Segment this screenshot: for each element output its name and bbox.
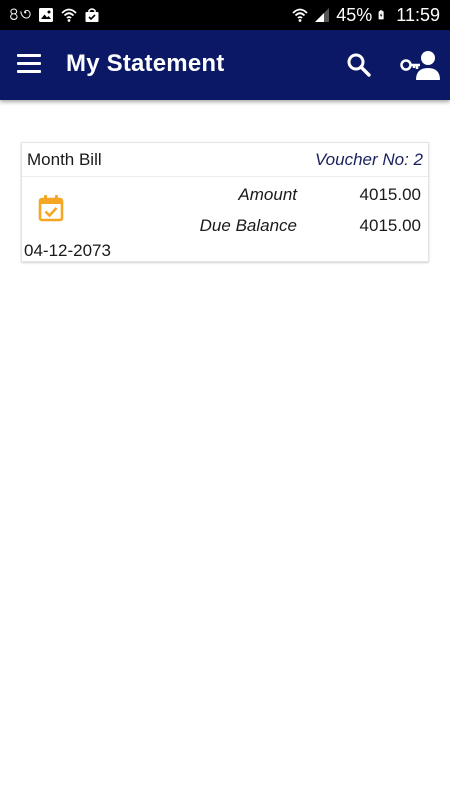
clock: 11:59 — [396, 4, 440, 25]
status-right: 45% 11:59 — [292, 5, 440, 26]
battery-percent: 45% — [336, 4, 373, 25]
page-title: My Statement — [66, 50, 225, 77]
battery-charging-icon — [378, 10, 384, 20]
due-balance-label: Due Balance — [199, 216, 297, 235]
wifi-icon — [292, 8, 308, 22]
due-balance-value: 4015.00 — [359, 216, 421, 235]
menu-button[interactable] — [17, 54, 43, 76]
bill-type: Month Bill — [27, 149, 102, 169]
shopping-bag-icon — [85, 8, 99, 22]
voucher-number: Voucher No: 2 — [314, 149, 423, 169]
carrier-text: ৪৩ — [8, 3, 32, 24]
wifi-notification-icon — [61, 8, 78, 22]
search-icon[interactable] — [346, 52, 372, 78]
signal-icon — [315, 8, 330, 22]
amount-label: Amount — [238, 185, 297, 204]
card-header: Month Bill Voucher No: 2 — [22, 143, 428, 177]
status-bar: ৪৩ 45% 11:59 — [0, 0, 450, 30]
amount-value: 4015.00 — [359, 185, 421, 204]
calendar-check-icon — [38, 195, 64, 222]
user-key-icon[interactable] — [399, 48, 441, 82]
status-left: ৪৩ — [8, 0, 100, 31]
bill-date: 04-12-2073 — [24, 241, 111, 260]
gallery-icon — [39, 8, 54, 22]
menu-icon — [17, 54, 41, 57]
statement-card[interactable]: Month Bill Voucher No: 2 Amount 4015.00 … — [21, 142, 429, 262]
app-bar: My Statement — [0, 30, 450, 100]
